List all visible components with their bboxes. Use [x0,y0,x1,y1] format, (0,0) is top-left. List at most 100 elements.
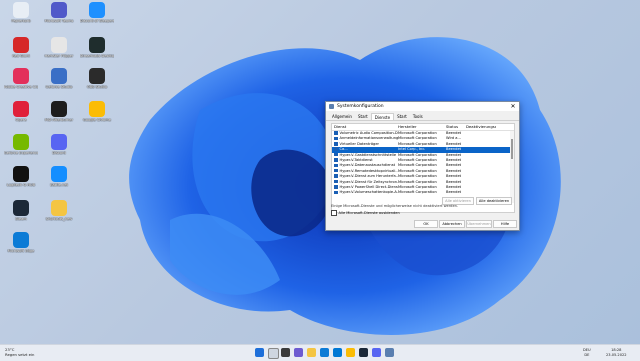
service-checkbox[interactable] [334,163,338,168]
cancel-button[interactable]: Abbrechen [439,220,465,228]
service-name: Hyper-V-Dienst für Zeitsynchron... [339,179,399,184]
ok-button[interactable]: OK [414,220,438,228]
desktop-icon[interactable]: Steam [4,200,38,222]
service-checkbox[interactable] [334,179,338,184]
desktop-icon-label: Microsoft Edge [7,249,35,253]
msconfig-taskbar-icon[interactable] [385,348,394,357]
tab-boot[interactable]: Start [355,113,371,120]
desktop-icon-label: Papierkorb [11,19,31,23]
start-icon[interactable] [255,348,264,357]
desktop-icon-label: Discord of Sleepers [80,19,114,23]
service-checkbox[interactable] [334,158,338,162]
col-service[interactable]: Dienst [332,124,398,130]
dialog-titlebar[interactable]: Systemkonfiguration ✕ [326,102,519,111]
apply-button[interactable]: Übernehmen [466,220,492,228]
dialog-title: Systemkonfiguration [337,104,384,109]
service-checkbox[interactable] [334,174,338,178]
service-name: Hyper-V-Volumeschattenkopie-A... [339,190,399,195]
app-icon [51,37,67,53]
clock[interactable]: 18:28 23.05.2022 [606,348,627,357]
desktop-icon[interactable]: Streamlabs Desktop [80,37,114,59]
tab-services[interactable]: Dienste [370,113,395,120]
desktop-icon-label: Hamster Flipper [44,54,74,58]
dialog-tabs: Allgemein Start Dienste Start Tools [326,111,519,121]
desktop-icon-label: Logitech G HUB [6,183,36,187]
desktop-icon-label: Discord [52,151,66,155]
service-checkbox[interactable] [334,142,338,146]
desktop-icon[interactable]: Hamster Flipper [42,37,76,59]
checkbox-box[interactable] [331,210,337,216]
desktop-icon[interactable]: Discord [42,134,76,156]
app-icon [13,166,29,182]
weather-text: Regen setzt ein [5,351,35,357]
app-icon [13,232,29,248]
desktop-icon[interactable]: Discord of Sleepers [80,2,114,24]
search-icon[interactable] [268,348,279,359]
service-checkbox[interactable] [334,147,338,151]
disable-all-button[interactable]: Alle deaktivieren [476,197,512,205]
desktop-icon[interactable]: Shortcuts_new [42,200,76,222]
vertical-scrollbar[interactable] [510,131,514,203]
desktop-icon[interactable]: Geforce Studio [42,68,76,90]
desktop-icon[interactable]: Logitech G HUB [4,166,38,188]
scrollbar-thumb[interactable] [511,139,513,159]
clock-date: 23.05.2022 [606,352,627,357]
app-icon [89,101,105,117]
desktop-icon[interactable]: Google Chrome [80,101,114,123]
tab-startup[interactable]: Start [394,113,410,120]
desktop-icon[interactable]: OBS Studio [80,68,114,90]
status-cell: Beendet [446,190,462,195]
service-name: Hyper-V-Taktdienst [339,157,373,162]
desktop-icon[interactable]: Papierkorb [4,2,38,24]
service-checkbox[interactable] [334,136,338,141]
vendor-cell: Microsoft Corporation [398,190,437,195]
service-name-cell: Hyper-V-Volumeschattenkopie-A... [332,190,398,195]
desktop-icon[interactable]: Battle.net [42,166,76,188]
desktop-icon-label: Steam [15,217,27,221]
desktop-icon[interactable]: Microsoft Teams [42,2,76,24]
desktop-icon[interactable]: Adobe Creative Cloud [4,68,38,90]
help-button[interactable]: Hilfe [493,220,517,228]
desktop-icon[interactable]: MSI Afterburner [42,101,76,123]
app-icon [13,2,29,18]
app-icon [51,2,67,18]
col-disabled-date[interactable]: Deaktivierungsd... [466,124,496,130]
table-row[interactable]: Hyper-V-Volumeschattenkopie-A... Microsof… [332,190,514,195]
keyboard-language[interactable]: DEU DE [583,348,591,357]
store-icon[interactable] [333,348,342,357]
service-name: Volumetric Audio Composition-Die... [339,131,399,135]
service-checkbox[interactable] [334,152,338,157]
service-checkbox[interactable] [334,190,338,195]
weather-widget[interactable]: 23°C Regen setzt ein [5,347,35,357]
msconfig-icon [329,104,334,109]
steam-icon[interactable] [359,348,368,357]
app-icon [89,37,105,53]
desktop-icon[interactable]: Microsoft Edge [4,232,38,254]
service-name: Hyper-V-Gastdienstschnittstelle [339,152,397,157]
app-icon [13,134,29,150]
disabled-date-cell [466,190,496,195]
language-code: DEU [583,348,591,352]
teams-chat-icon[interactable] [294,348,303,357]
col-status[interactable]: Status [446,124,466,130]
tab-tools[interactable]: Tools [410,113,426,120]
service-name: Hyper-V-Remotedesktopvirtuali... [339,168,399,173]
tab-general[interactable]: Allgemein [329,113,355,120]
note-text: Einige Microsoft-Dienste und möglicherwe… [331,204,459,208]
task-view-icon[interactable] [281,348,290,357]
desktop-icon[interactable]: Red Giant [4,37,38,59]
close-icon[interactable]: ✕ [507,102,519,111]
service-checkbox[interactable] [334,168,338,173]
hide-ms-services-checkbox[interactable]: Alle Microsoft-Dienste ausblenden [331,210,400,216]
file-explorer-icon[interactable] [307,348,316,357]
chrome-icon[interactable] [346,348,355,357]
app-icon [89,68,105,84]
desktop-icon[interactable]: Geforce Experience [4,134,38,156]
desktop-icon[interactable]: Opera [4,101,38,123]
col-vendor[interactable]: Hersteller [398,124,446,130]
service-checkbox[interactable] [334,185,338,189]
service-name: Hyper-V-Dienst zum Herunterfa... [339,174,399,179]
edge-icon[interactable] [320,348,329,357]
discord-icon[interactable] [372,348,381,357]
service-checkbox[interactable] [334,131,338,135]
